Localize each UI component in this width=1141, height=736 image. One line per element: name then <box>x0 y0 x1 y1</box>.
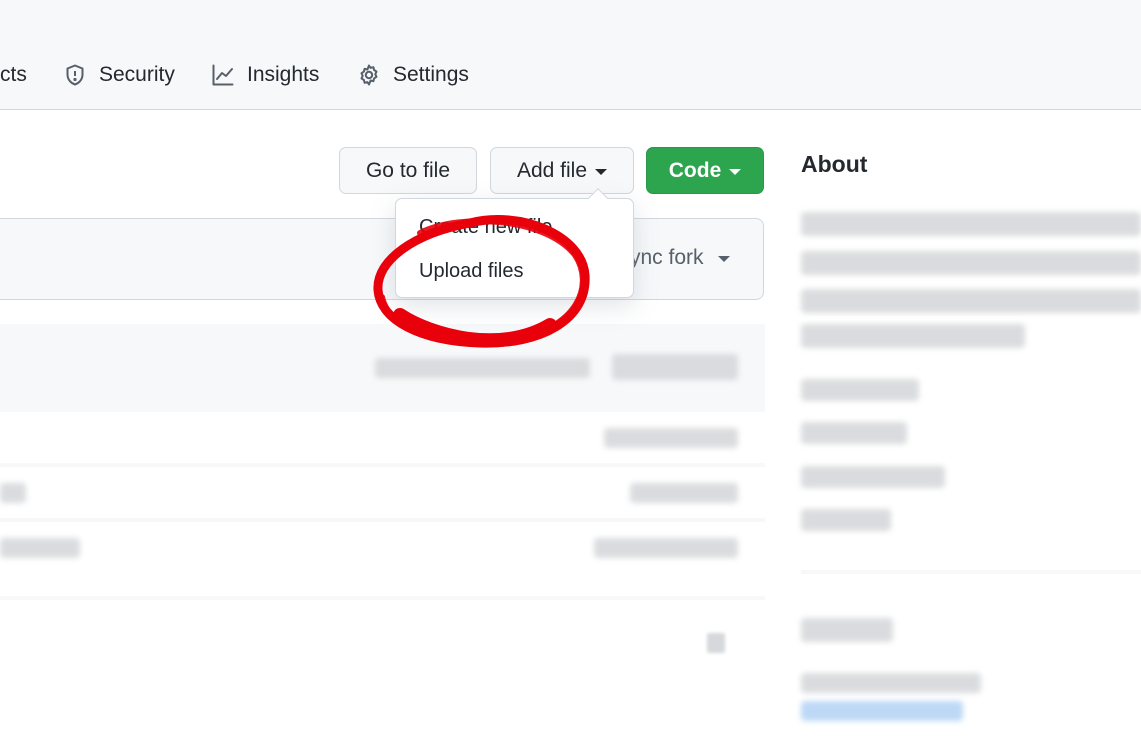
table-row[interactable] <box>0 408 765 463</box>
create-new-file-item[interactable]: Create new file <box>419 216 552 239</box>
add-file-label: Add file <box>516 158 588 182</box>
add-file-button[interactable]: Add file <box>490 147 634 194</box>
add-file-dropdown: Create new file Upload files <box>395 188 634 298</box>
blurred-meta-item <box>801 466 945 488</box>
caret-down-icon <box>717 256 730 262</box>
shield-icon <box>66 64 84 86</box>
tab-insights[interactable]: Insights <box>211 60 319 90</box>
caret-down-icon <box>729 168 742 175</box>
blurred-commit-info <box>375 358 590 378</box>
pencil-icon[interactable] <box>704 630 728 656</box>
tab-projects-label: cts <box>0 63 27 86</box>
divider <box>801 570 1141 574</box>
blurred-timestamp <box>594 538 738 558</box>
gear-icon <box>360 64 378 86</box>
tab-settings-label: Settings <box>393 63 469 86</box>
tab-projects[interactable]: cts <box>0 60 27 90</box>
blurred-meta-item <box>801 422 907 444</box>
tab-security[interactable]: Security <box>63 60 175 90</box>
graph-icon <box>212 64 234 86</box>
repo-nav-bar: cts Security Insights Settings <box>0 0 1141 110</box>
blurred-meta-item <box>801 379 919 401</box>
go-to-file-button[interactable]: Go to file <box>339 147 477 194</box>
blurred-releases-link[interactable] <box>801 701 963 721</box>
blurred-description-line <box>801 324 1025 348</box>
file-table <box>0 324 765 576</box>
caret-down-icon <box>595 168 608 175</box>
table-row[interactable] <box>0 518 765 573</box>
blurred-description-line <box>801 251 1141 275</box>
blurred-filename <box>0 538 80 558</box>
code-label: Code <box>668 158 722 182</box>
blurred-releases-text <box>801 673 981 693</box>
table-row[interactable] <box>0 463 765 518</box>
upload-files-item[interactable]: Upload files <box>419 260 524 283</box>
readme-panel <box>0 596 765 736</box>
blurred-timestamp <box>604 428 738 448</box>
tab-settings[interactable]: Settings <box>357 60 469 90</box>
latest-commit-header <box>0 324 765 408</box>
blurred-description-line <box>801 212 1141 236</box>
tab-security-label: Security <box>99 63 175 86</box>
code-button[interactable]: Code <box>646 147 764 194</box>
sync-fork-label: ync fork <box>630 246 704 269</box>
blurred-timestamp <box>630 483 738 503</box>
blurred-filename <box>0 483 26 503</box>
go-to-file-label: Go to file <box>365 158 451 182</box>
blurred-meta-item <box>801 509 891 531</box>
blurred-releases-title <box>801 618 893 642</box>
about-title: About <box>801 151 868 177</box>
blurred-description-line <box>801 289 1141 313</box>
tab-insights-label: Insights <box>247 63 320 86</box>
blurred-commit-count <box>612 354 738 380</box>
sync-fork-button[interactable]: ync fork <box>630 246 730 270</box>
